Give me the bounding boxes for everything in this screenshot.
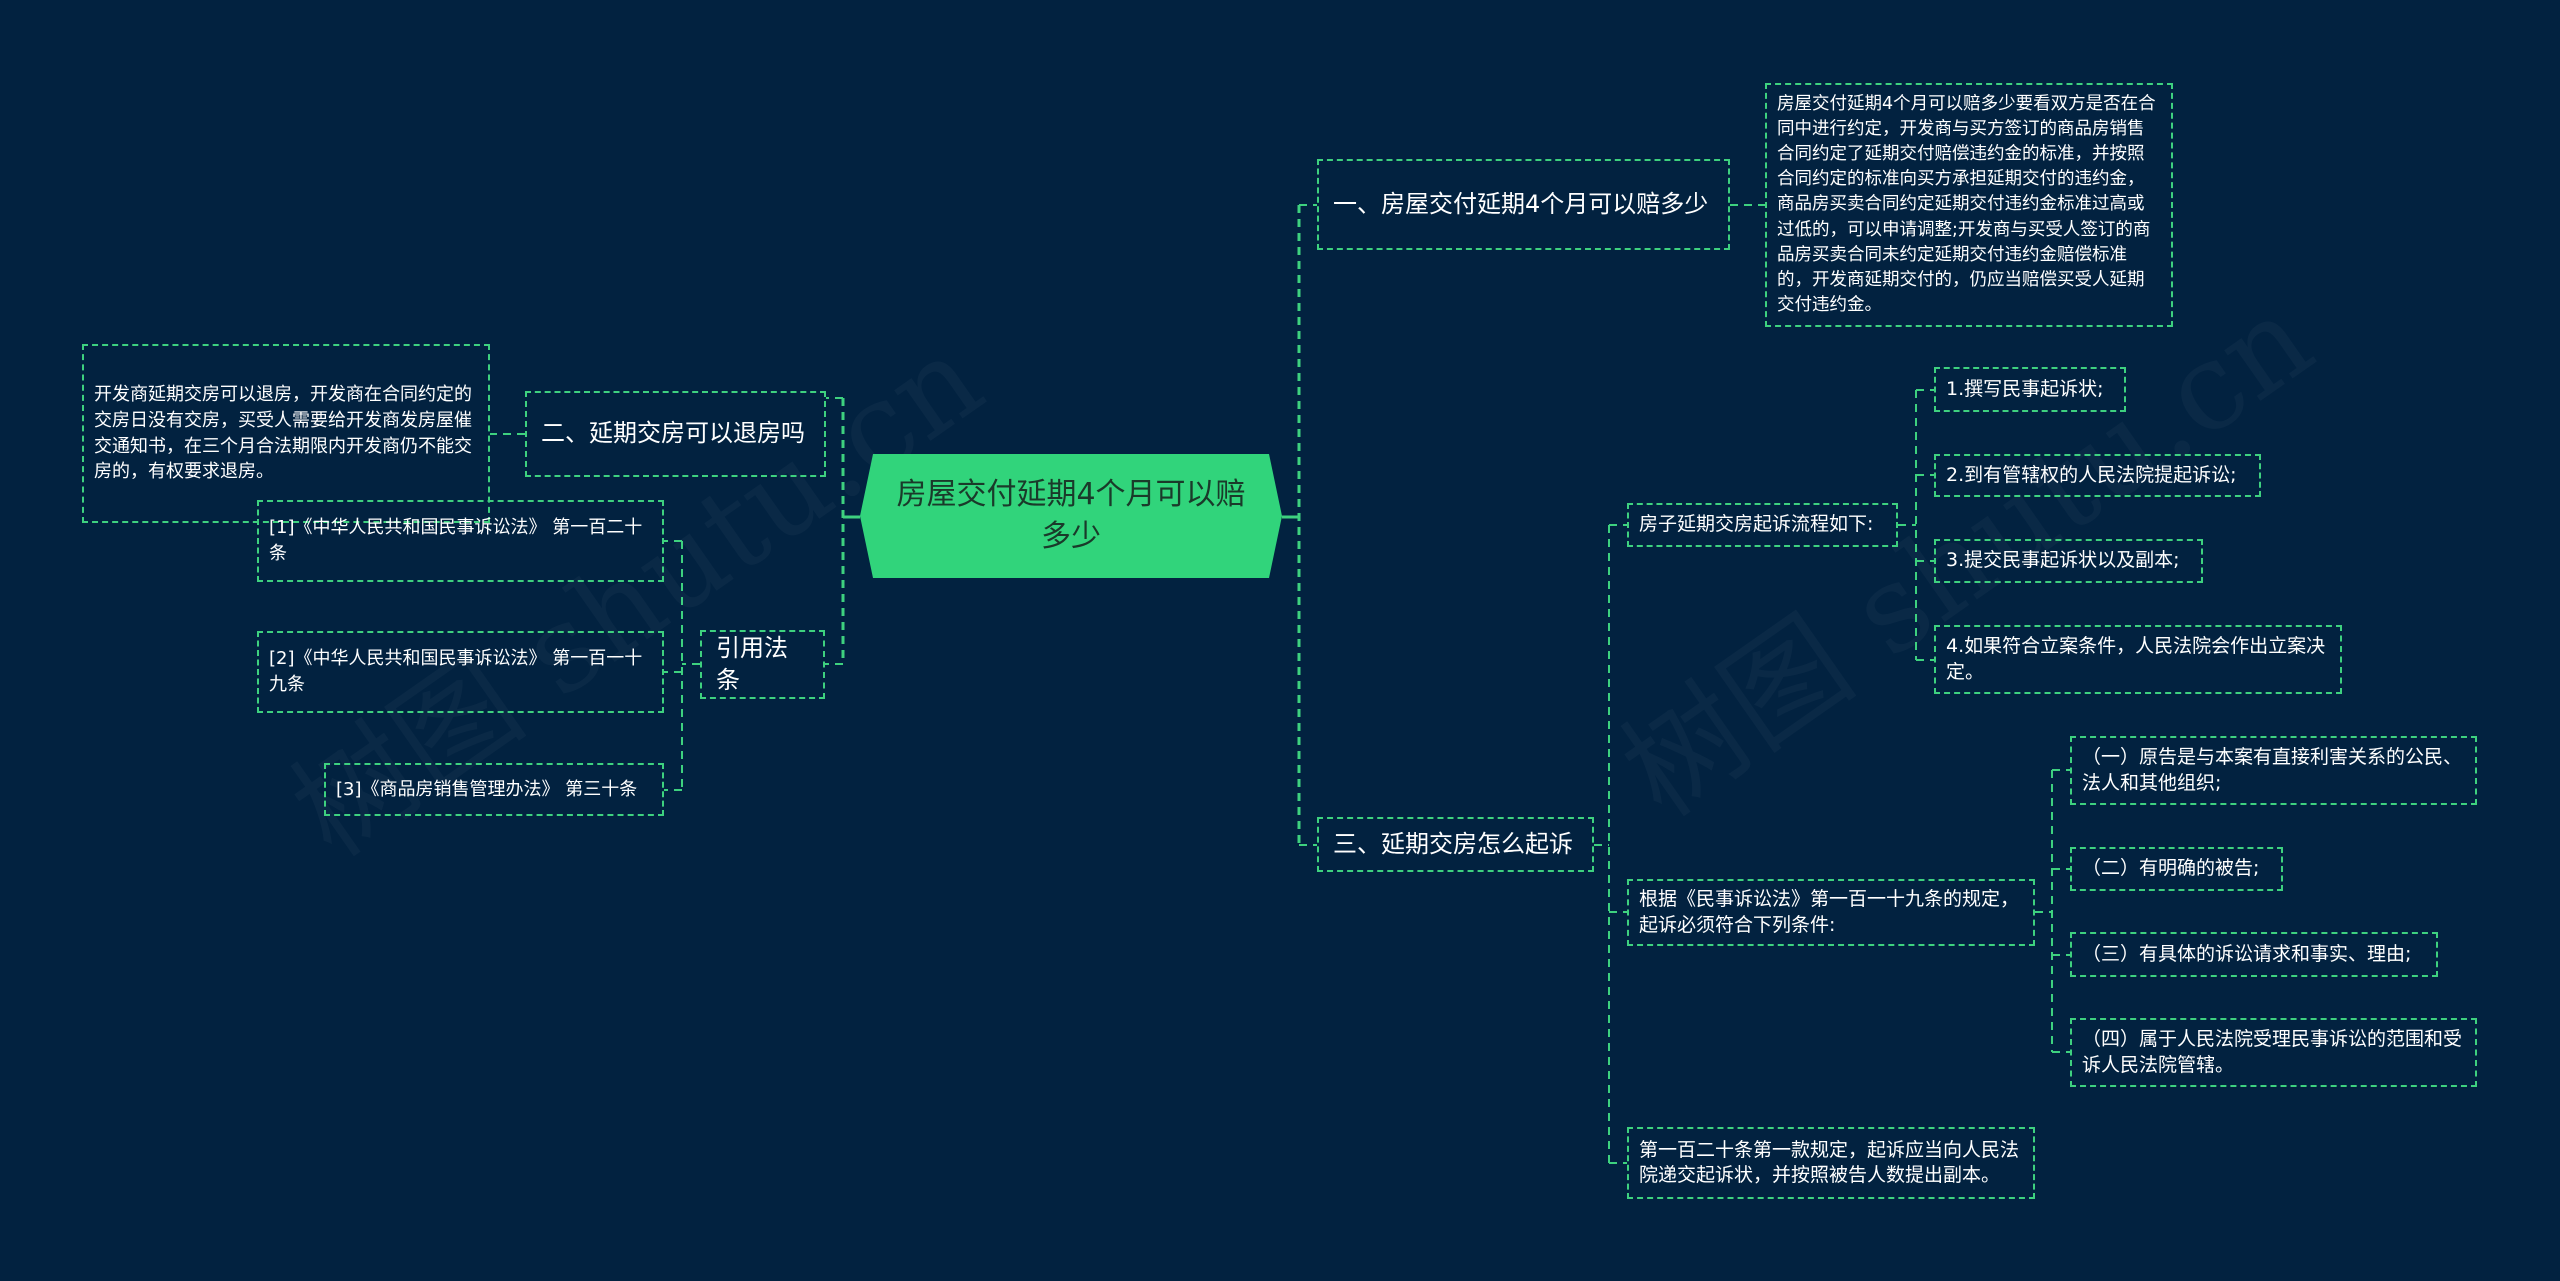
branch-label: 一、房屋交付延期4个月可以赔多少 xyxy=(1333,189,1709,218)
branch-node-3[interactable]: 三、延期交房怎么起诉 xyxy=(1317,817,1594,872)
branch-node-1[interactable]: 一、房屋交付延期4个月可以赔多少 xyxy=(1317,159,1730,250)
sub-node-label: 根据《民事诉讼法》第一百一十九条的规定，起诉必须符合下列条件: xyxy=(1639,888,2020,936)
branch-label: 三、延期交房怎么起诉 xyxy=(1333,829,1573,858)
condition-item[interactable]: （二）有明确的被告; xyxy=(2070,847,2283,891)
step-text: 4.如果符合立案条件，人民法院会作出立案决定。 xyxy=(1946,635,2326,683)
sub-node-label: 第一百二十条第一款规定，起诉应当向人民法院递交起诉状，并按照被告人数提出副本。 xyxy=(1639,1138,2020,1186)
condition-item[interactable]: （四）属于人民法院受理民事诉讼的范围和受诉人民法院管辖。 xyxy=(2070,1018,2477,1087)
step-text: 2.到有管辖权的人民法院提起诉讼; xyxy=(1946,463,2237,486)
connector-b4-trunk xyxy=(681,541,700,790)
text-node[interactable]: 房屋交付延期4个月可以赔多少要看双方是否在合同中进行约定，开发商与买方签订的商品… xyxy=(1765,83,2173,327)
text-node[interactable]: 开发商延期交房可以退房，开发商在合同约定的交房日没有交房，买受人需要给开发商发房… xyxy=(82,344,490,523)
condition-text: （一）原告是与本案有直接利害关系的公民、法人和其他组织; xyxy=(2082,746,2463,794)
reference-text: [3]《商品房销售管理办法》 第三十条 xyxy=(336,778,638,800)
condition-text: （三）有具体的诉讼请求和事实、理由; xyxy=(2082,942,2412,965)
step-item[interactable]: 3.提交民事起诉状以及副本; xyxy=(1934,539,2203,583)
reference-item[interactable]: [2]《中华人民共和国民事诉讼法》 第一百一十九条 xyxy=(257,631,664,713)
mindmap-canvas: 树图 shutu.cn 树图 shutu.cn xyxy=(0,0,2560,1281)
root-node[interactable]: 房屋交付延期4个月可以赔多少 xyxy=(860,454,1282,578)
sub-node-article-120[interactable]: 第一百二十条第一款规定，起诉应当向人民法院递交起诉状，并按照被告人数提出副本。 xyxy=(1627,1127,2035,1199)
step-text: 1.撰写民事起诉状; xyxy=(1946,377,2104,400)
reference-item[interactable]: [3]《商品房销售管理办法》 第三十条 xyxy=(324,763,664,816)
sub-node-steps[interactable]: 房子延期交房起诉流程如下: xyxy=(1627,503,1898,547)
step-item[interactable]: 4.如果符合立案条件，人民法院会作出立案决定。 xyxy=(1934,625,2342,694)
condition-text: （四）属于人民法院受理民事诉讼的范围和受诉人民法院管辖。 xyxy=(2082,1028,2463,1076)
condition-text: （二）有明确的被告; xyxy=(2082,857,2260,880)
text-content: 房屋交付延期4个月可以赔多少要看双方是否在合同中进行约定，开发商与买方签订的商品… xyxy=(1777,93,2156,316)
step-item[interactable]: 1.撰写民事起诉状; xyxy=(1934,367,2126,412)
condition-item[interactable]: （三）有具体的诉讼请求和事实、理由; xyxy=(2070,932,2438,977)
branch-label: 引用法条 xyxy=(716,633,788,694)
text-content: 开发商延期交房可以退房，开发商在合同约定的交房日没有交房，买受人需要给开发商发房… xyxy=(94,383,472,483)
root-label: 房屋交付延期4个月可以赔多少 xyxy=(896,477,1246,554)
reference-item[interactable]: [1]《中华人民共和国民事诉讼法》 第一百二十条 xyxy=(257,500,664,582)
reference-text: [2]《中华人民共和国民事诉讼法》 第一百一十九条 xyxy=(269,648,643,695)
sub-node-conditions[interactable]: 根据《民事诉讼法》第一百一十九条的规定，起诉必须符合下列条件: xyxy=(1627,879,2035,946)
branch-node-2[interactable]: 二、延期交房可以退房吗 xyxy=(525,391,826,477)
step-item[interactable]: 2.到有管辖权的人民法院提起诉讼; xyxy=(1934,454,2261,497)
reference-text: [1]《中华人民共和国民事诉讼法》 第一百二十条 xyxy=(269,517,643,564)
step-text: 3.提交民事起诉状以及副本; xyxy=(1946,549,2180,572)
branch-label: 二、延期交房可以退房吗 xyxy=(541,419,805,448)
branch-node-references[interactable]: 引用法条 xyxy=(700,630,825,699)
condition-item[interactable]: （一）原告是与本案有直接利害关系的公民、法人和其他组织; xyxy=(2070,736,2477,805)
sub-node-label: 房子延期交房起诉流程如下: xyxy=(1639,513,1874,536)
